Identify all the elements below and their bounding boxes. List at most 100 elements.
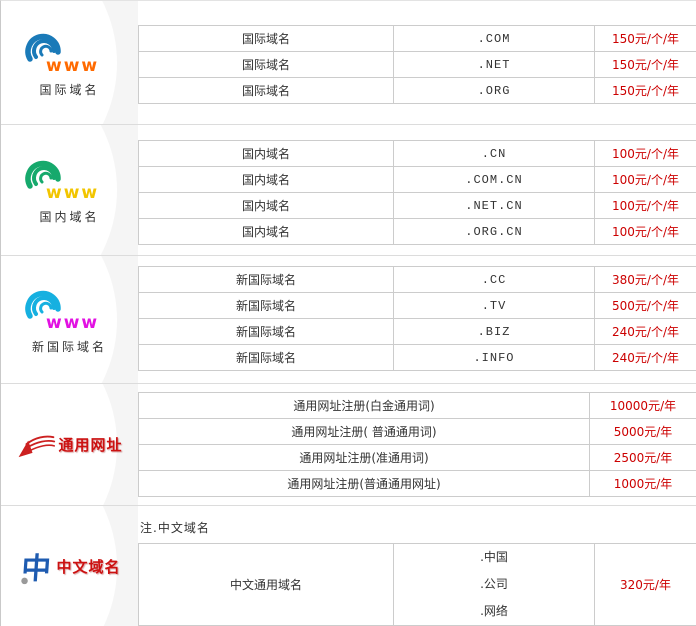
www-text: www [46, 313, 99, 331]
table-row: 国内域名 .ORG.CN 100元/个/年 [139, 219, 696, 245]
section-generic-web-address: 通用网址 通用网址注册(白金通用词) 10000元/年 通用网址注册( 普通通用… [1, 384, 696, 506]
zhong-text: 中 [21, 551, 53, 585]
table-row: 国际域名 .NET 150元/个/年 [139, 52, 696, 78]
category-cell: 国内域名 [139, 141, 394, 167]
price-cell: 150元/个/年 [595, 52, 696, 78]
price-cell: 150元/个/年 [595, 26, 696, 52]
icon-stack: www 国内域名 [22, 155, 118, 225]
price-cell: 1000元/年 [590, 471, 696, 497]
icon-panel: www 新国际域名 [1, 256, 138, 383]
section-label: 新国际域名 [22, 338, 118, 355]
arrow-flag-icon [16, 429, 56, 461]
category-cell: 新国际域名 [139, 345, 394, 371]
table-wrap: 国内域名 .CN 100元/个/年 国内域名 .COM.CN 100元/个/年 … [138, 125, 696, 255]
pricing-page: www 国际域名 国际域名 .COM 150元/个/年 国际域名 .NET 15… [0, 0, 696, 626]
extension-cell: .NET [394, 52, 595, 78]
category-cell: 国内域名 [139, 167, 394, 193]
table-row: 新国际域名 .CC 380元/个/年 [139, 267, 696, 293]
pricing-table-generic-web-address: 通用网址注册(白金通用词) 10000元/年 通用网址注册( 普通通用词) 50… [138, 392, 696, 497]
section-international-domains: www 国际域名 国际域名 .COM 150元/个/年 国际域名 .NET 15… [1, 1, 696, 125]
extension-list-cell: .中国 .公司 .网络 [394, 544, 595, 626]
price-cell: 320元/年 [595, 544, 696, 626]
extension-cell: .NET.CN [394, 193, 595, 219]
price-cell: 100元/个/年 [595, 141, 696, 167]
price-cell: 100元/个/年 [595, 193, 696, 219]
extension-item: .中国 [480, 544, 508, 571]
icon-panel: 中 中文域名 [1, 506, 138, 626]
table-row: 新国际域名 .TV 500元/个/年 [139, 293, 696, 319]
category-cell: 新国际域名 [139, 293, 394, 319]
section-label: 国际域名 [22, 81, 118, 98]
price-cell: 5000元/年 [590, 419, 696, 445]
section-label: 国内域名 [22, 208, 118, 225]
icon-stack: www 新国际域名 [22, 285, 118, 355]
icon-panel: www 国际域名 [1, 1, 138, 124]
extension-cell: .ORG.CN [394, 219, 595, 245]
price-cell: 2500元/年 [590, 445, 696, 471]
table-row: 国际域名 .COM 150元/个/年 [139, 26, 696, 52]
www-text: www [46, 56, 99, 74]
category-cell: 通用网址注册(准通用词) [139, 445, 590, 471]
table-row: 国内域名 .CN 100元/个/年 [139, 141, 696, 167]
category-cell: 通用网址注册(普通通用网址) [139, 471, 590, 497]
price-cell: 500元/个/年 [595, 293, 696, 319]
extension-item: .公司 [480, 571, 508, 598]
zhong-glyph-icon: 中 [18, 545, 54, 589]
category-cell: 新国际域名 [139, 319, 394, 345]
price-cell: 10000元/年 [590, 393, 696, 419]
price-cell: 100元/个/年 [595, 219, 696, 245]
price-cell: 100元/个/年 [595, 167, 696, 193]
extension-cell: .COM.CN [394, 167, 595, 193]
category-cell: 国内域名 [139, 193, 394, 219]
icon-panel: www 国内域名 [1, 125, 138, 255]
extension-cell: .TV [394, 293, 595, 319]
table-row: 国内域名 .NET.CN 100元/个/年 [139, 193, 696, 219]
www-text: www [46, 183, 99, 201]
table-wrap: 新国际域名 .CC 380元/个/年 新国际域名 .TV 500元/个/年 新国… [138, 256, 696, 383]
table-wrap: 注.中文域名 中文通用域名 .中国 .公司 .网络 320元/年 [138, 506, 696, 626]
icon-stack: 中 中文域名 [18, 545, 120, 589]
www-globe-icon: www [22, 155, 118, 201]
extension-item: .网络 [480, 598, 508, 625]
table-row: 国内域名 .COM.CN 100元/个/年 [139, 167, 696, 193]
section-label: 通用网址 [58, 434, 122, 455]
extension-cell: .CC [394, 267, 595, 293]
price-cell: 380元/个/年 [595, 267, 696, 293]
www-globe-icon: www [22, 28, 118, 74]
price-cell: 240元/个/年 [595, 319, 696, 345]
table-row: 中文通用域名 .中国 .公司 .网络 320元/年 [139, 544, 696, 626]
category-cell: 通用网址注册( 普通通用词) [139, 419, 590, 445]
icon-stack: www 国际域名 [22, 28, 118, 98]
price-cell: 150元/个/年 [595, 78, 696, 104]
category-cell: 通用网址注册(白金通用词) [139, 393, 590, 419]
table-row: 国际域名 .ORG 150元/个/年 [139, 78, 696, 104]
www-globe-icon: www [22, 285, 118, 331]
table-wrap: 通用网址注册(白金通用词) 10000元/年 通用网址注册( 普通通用词) 50… [138, 384, 696, 505]
extension-cell: .BIZ [394, 319, 595, 345]
category-cell: 国内域名 [139, 219, 394, 245]
table-wrap: 国际域名 .COM 150元/个/年 国际域名 .NET 150元/个/年 国际… [138, 1, 696, 124]
section-chinese-domains: 中 中文域名 注.中文域名 中文通用域名 .中国 .公司 .网络 [1, 506, 696, 626]
price-cell: 240元/个/年 [595, 345, 696, 371]
section-label: 中文域名 [56, 556, 120, 577]
table-row: 通用网址注册( 普通通用词) 5000元/年 [139, 419, 696, 445]
category-cell: 国际域名 [139, 52, 394, 78]
table-row: 通用网址注册(白金通用词) 10000元/年 [139, 393, 696, 419]
section-domestic-domains: www 国内域名 国内域名 .CN 100元/个/年 国内域名 .COM.CN … [1, 125, 696, 256]
pricing-table-domestic: 国内域名 .CN 100元/个/年 国内域名 .COM.CN 100元/个/年 … [138, 140, 696, 245]
icon-panel: 通用网址 [1, 384, 138, 505]
extension-list: .中国 .公司 .网络 [480, 544, 508, 625]
table-row: 新国际域名 .INFO 240元/个/年 [139, 345, 696, 371]
section-new-international-domains: www 新国际域名 新国际域名 .CC 380元/个/年 新国际域名 .TV 5… [1, 256, 696, 384]
icon-stack: 通用网址 [16, 429, 122, 461]
table-row: 通用网址注册(准通用词) 2500元/年 [139, 445, 696, 471]
table-row: 通用网址注册(普通通用网址) 1000元/年 [139, 471, 696, 497]
category-cell: 中文通用域名 [139, 544, 394, 626]
table-row: 新国际域名 .BIZ 240元/个/年 [139, 319, 696, 345]
chinese-domain-note: 注.中文域名 [140, 519, 696, 536]
pricing-table-international: 国际域名 .COM 150元/个/年 国际域名 .NET 150元/个/年 国际… [138, 25, 696, 104]
category-cell: 新国际域名 [139, 267, 394, 293]
extension-cell: .INFO [394, 345, 595, 371]
extension-cell: .CN [394, 141, 595, 167]
extension-cell: .COM [394, 26, 595, 52]
